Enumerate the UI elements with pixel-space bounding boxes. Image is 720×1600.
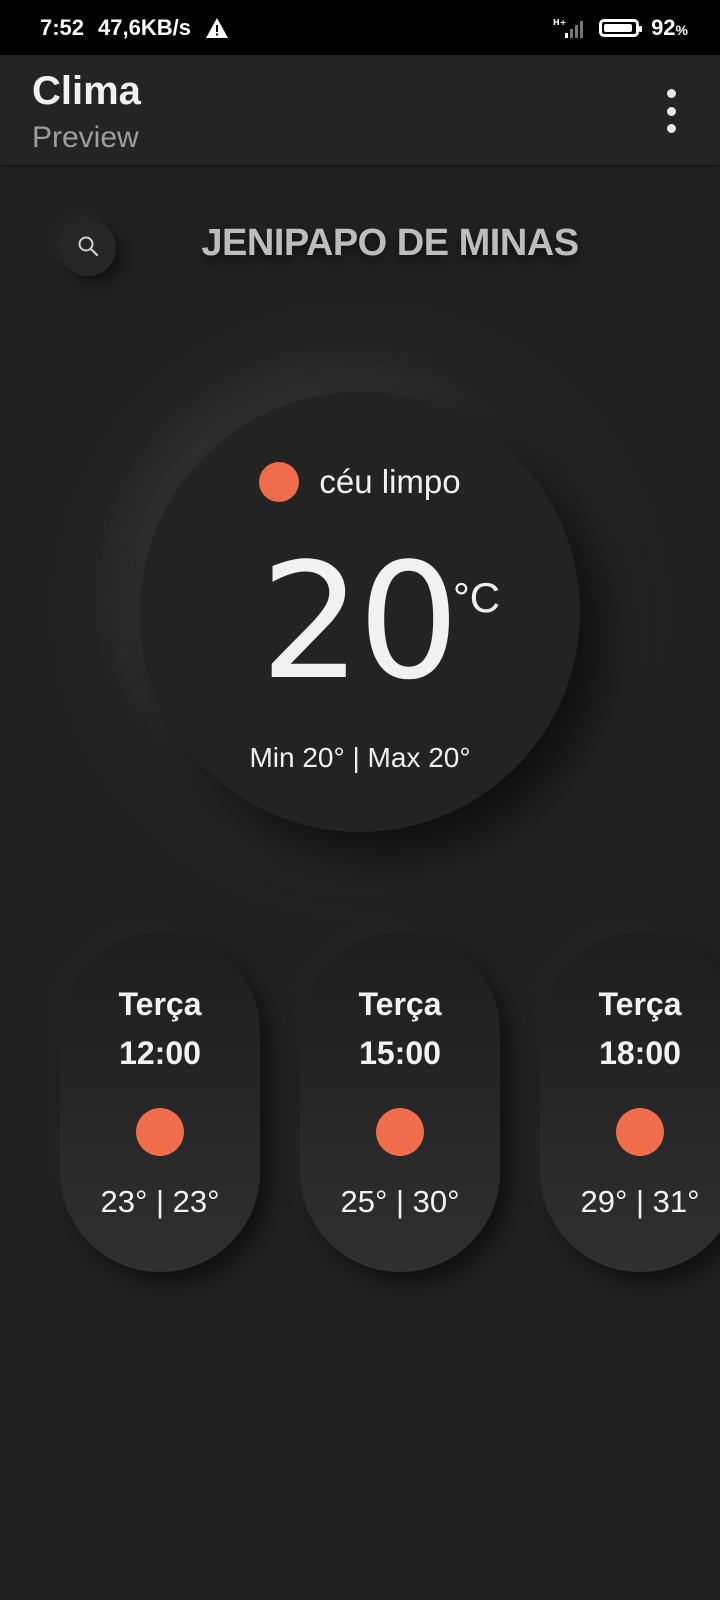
status-right: H+ 92% bbox=[551, 0, 688, 55]
app-title: Clima bbox=[32, 69, 141, 113]
forecast-range: 29° | 31° bbox=[580, 1184, 700, 1219]
sun-icon bbox=[616, 1108, 664, 1156]
signal-icon: H+ bbox=[551, 17, 587, 39]
current-temperature: 20 bbox=[260, 528, 460, 715]
forecast-day: Terça bbox=[598, 986, 682, 1022]
sun-icon bbox=[376, 1108, 424, 1156]
min-max-temperature: Min 20° | Max 20° bbox=[249, 742, 471, 773]
forecast-card: Terça 12:00 23° | 23° bbox=[60, 932, 260, 1272]
app-bar: Clima Preview bbox=[0, 55, 720, 165]
forecast-time: 18:00 bbox=[599, 1035, 681, 1071]
app-subtitle: Preview bbox=[32, 121, 139, 154]
current-condition: céu limpo bbox=[140, 462, 580, 502]
temperature-unit: °C bbox=[453, 574, 501, 621]
status-network-speed: 47,6KB/s bbox=[98, 14, 191, 40]
sun-icon bbox=[136, 1108, 184, 1156]
search-icon bbox=[76, 234, 100, 263]
forecast-day: Terça bbox=[118, 986, 202, 1022]
battery-percent: 92% bbox=[651, 14, 688, 40]
forecast-card: Terça 15:00 25° | 30° bbox=[300, 932, 500, 1272]
city-name: JENIPAPO DE MINAS bbox=[201, 222, 579, 264]
condition-text: céu limpo bbox=[319, 463, 461, 500]
forecast-time: 12:00 bbox=[119, 1035, 201, 1071]
status-bar: 7:52 47,6KB/s H+ 92% bbox=[0, 0, 720, 55]
forecast-range: 25° | 30° bbox=[340, 1184, 460, 1219]
warning-icon bbox=[205, 17, 229, 39]
battery-icon bbox=[599, 18, 643, 37]
current-weather-circle: céu limpo 20 °C Min 20° | Max 20° bbox=[140, 392, 580, 832]
battery-fill bbox=[604, 23, 632, 32]
status-left: 7:52 47,6KB/s bbox=[40, 0, 229, 55]
svg-text:H+: H+ bbox=[553, 18, 566, 27]
forecast-card: Terça 18:00 29° | 31° bbox=[540, 932, 720, 1272]
forecast-range: 23° | 23° bbox=[100, 1184, 220, 1219]
forecast-time: 15:00 bbox=[359, 1035, 441, 1071]
more-vert-icon[interactable] bbox=[662, 89, 680, 133]
search-button[interactable] bbox=[60, 220, 116, 276]
forecast-day: Terça bbox=[358, 986, 442, 1022]
status-time: 7:52 bbox=[40, 14, 85, 40]
sun-icon bbox=[259, 462, 300, 502]
